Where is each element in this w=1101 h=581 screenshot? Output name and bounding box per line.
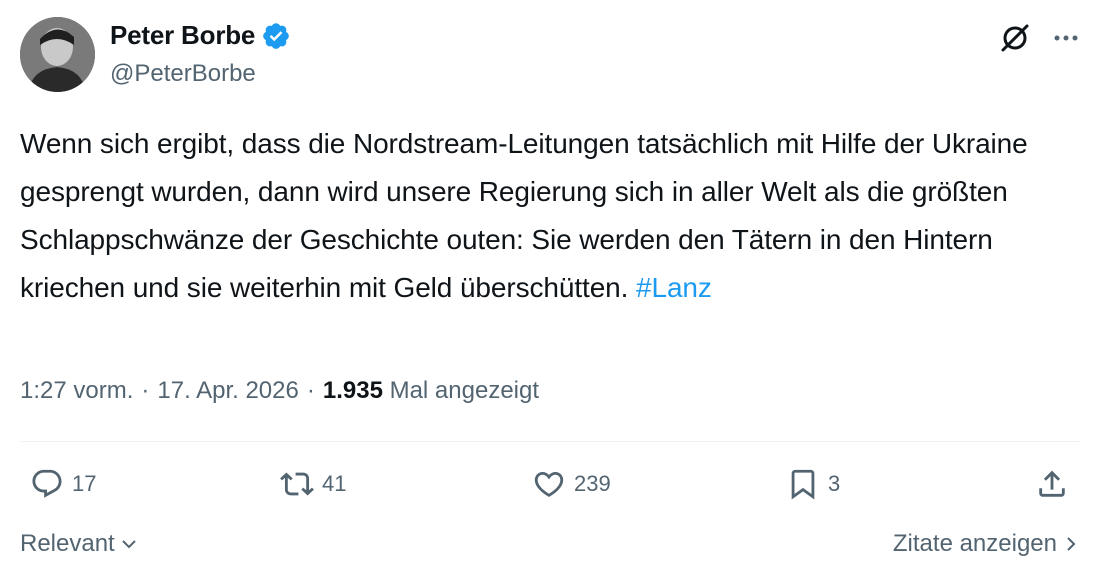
tweet-text: Wenn sich ergibt, dass die Nordstream-Le… <box>20 120 1085 312</box>
reply-count: 17 <box>72 471 97 496</box>
top-actions <box>999 22 1081 54</box>
view-quotes-link[interactable]: Zitate anzeigen <box>893 530 1081 558</box>
reply-icon <box>32 469 62 498</box>
tweet-body: Wenn sich ergibt, dass die Nordstream-Le… <box>20 128 1028 303</box>
like-icon <box>534 471 564 497</box>
author-name-row: Peter Borbe <box>110 20 291 51</box>
bookmark-button[interactable]: 3 <box>786 467 840 501</box>
repost-count: 41 <box>322 471 347 496</box>
tweet-card: Peter Borbe @PeterBorbe Wenn sich ergibt… <box>0 0 1101 581</box>
share-button[interactable] <box>1035 467 1069 501</box>
repost-icon <box>280 472 314 496</box>
like-count: 239 <box>574 471 611 496</box>
quotes-label: Zitate anzeigen <box>892 530 1057 557</box>
share-icon <box>1039 470 1065 497</box>
grok-icon[interactable] <box>999 22 1031 54</box>
chevron-down-icon <box>122 540 136 549</box>
sort-label: Relevant <box>20 530 115 557</box>
hashtag-link[interactable]: #Lanz <box>636 272 712 303</box>
chevron-right-icon <box>1067 537 1076 551</box>
author-handle[interactable]: @PeterBorbe <box>110 60 256 88</box>
meta-separator: · <box>141 377 150 404</box>
reply-footer: Relevant Zitate anzeigen <box>20 530 1081 558</box>
reply-button[interactable]: 17 <box>30 467 96 501</box>
more-icon[interactable] <box>1051 23 1081 53</box>
avatar[interactable] <box>20 17 95 92</box>
tweet-date[interactable]: 17. Apr. 2026 <box>157 377 298 405</box>
views-count: 1.935 <box>322 377 383 404</box>
bookmark-count: 3 <box>828 471 841 496</box>
verified-badge-icon[interactable] <box>261 21 291 51</box>
tweet-time[interactable]: 1:27 vorm. <box>20 377 133 405</box>
like-button[interactable]: 239 <box>532 467 611 501</box>
repost-button[interactable]: 41 <box>280 467 346 501</box>
bookmark-icon <box>791 469 815 500</box>
divider <box>20 441 1081 442</box>
action-bar: 17 41 239 3 <box>0 467 1101 511</box>
views-label: Mal angezeigt <box>389 377 540 404</box>
sort-dropdown[interactable]: Relevant <box>20 530 139 558</box>
author-display-name[interactable]: Peter Borbe <box>110 20 255 51</box>
tweet-meta: 1:27 vorm. · 17. Apr. 2026 · 1.935 Mal a… <box>20 377 539 405</box>
meta-separator: · <box>306 377 315 404</box>
